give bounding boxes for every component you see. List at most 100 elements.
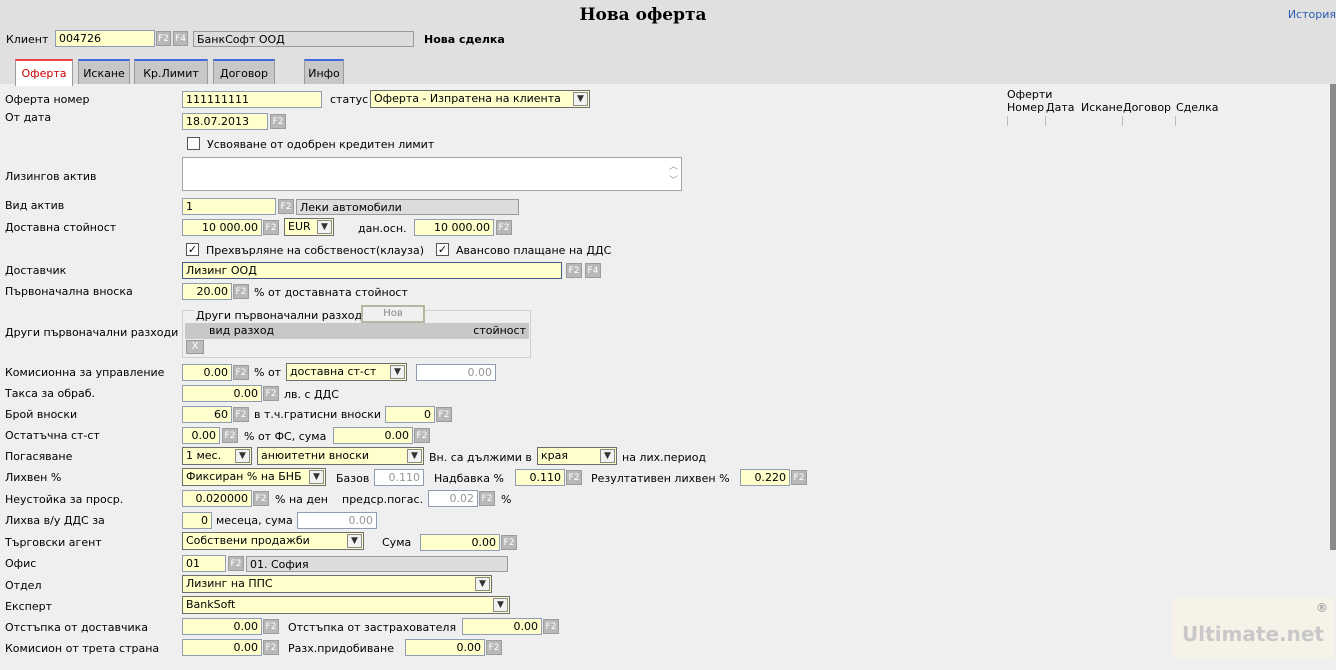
residual-amount-f2-button[interactable]: F2: [414, 428, 430, 443]
insurer-discount-label: Отстъпка от застрахователя: [288, 621, 457, 634]
supplier-f2-button[interactable]: F2: [566, 263, 582, 278]
chevron-down-icon: ▼: [475, 577, 490, 591]
repayment-period-select[interactable]: 1 мес. ▼: [182, 447, 252, 465]
margin-f2-button[interactable]: F2: [566, 470, 582, 485]
new-cost-button[interactable]: Нов: [361, 305, 425, 323]
supplier-label: Доставчик: [5, 264, 67, 277]
initial-payment-field[interactable]: 20.00: [182, 283, 232, 300]
early-field: 0.02: [428, 490, 478, 507]
status-label: статус: [330, 93, 369, 106]
asset-type-code-field[interactable]: 1: [182, 198, 276, 215]
result-label: Резултативен лихвен %: [591, 472, 730, 485]
chevron-down-icon: ▼: [493, 598, 508, 612]
tab-request[interactable]: Искане: [78, 59, 130, 84]
free-installments-f2-button[interactable]: F2: [436, 407, 452, 422]
installments-f2-button[interactable]: F2: [233, 407, 249, 422]
client-f2-button[interactable]: F2: [156, 31, 171, 46]
acquisition-f2-button[interactable]: F2: [486, 640, 502, 655]
offers-col-contract[interactable]: Договор: [1123, 100, 1171, 116]
margin-field[interactable]: 0.110: [515, 469, 565, 486]
offers-col-number[interactable]: Номер: [1007, 100, 1044, 116]
tax-base-field[interactable]: 10 000.00: [414, 219, 494, 236]
tab-offer[interactable]: Оферта: [15, 59, 73, 86]
offers-col-deal[interactable]: Сделка: [1176, 100, 1218, 116]
dept-select[interactable]: Лизинг на ППС ▼: [182, 575, 492, 593]
delivery-value-field[interactable]: 10 000.00: [182, 219, 262, 236]
supplier-discount-label: Отстъпка от доставчика: [5, 621, 149, 634]
advance-vat-checkbox[interactable]: ✓: [436, 243, 449, 256]
deal-label: Нова сделка: [424, 33, 505, 46]
currency-select[interactable]: EUR ▼: [284, 218, 334, 236]
residual-mid: % от ФС, сума: [244, 430, 327, 443]
chevron-down-icon: ▼: [573, 92, 588, 106]
acquisition-field[interactable]: 0.00: [405, 639, 485, 656]
advance-vat-label: Авансово плащане на ДДС: [456, 244, 612, 257]
third-party-field[interactable]: 0.00: [182, 639, 262, 656]
supplier-discount-field[interactable]: 0.00: [182, 618, 262, 635]
processing-fee-f2-button[interactable]: F2: [263, 386, 279, 401]
client-label: Клиент: [6, 33, 49, 46]
page-scrollbar[interactable]: [1330, 84, 1336, 550]
residual-pct-f2-button[interactable]: F2: [222, 428, 238, 443]
status-select[interactable]: Оферта - Изпратена на клиента ▼: [370, 90, 590, 108]
agent-sum-f2-button[interactable]: F2: [501, 535, 517, 550]
tab-contract[interactable]: Договор: [213, 59, 275, 84]
other-costs-group-title: Други първоначални разходи: [194, 308, 372, 324]
vat-interest-months-field[interactable]: 0: [182, 512, 212, 529]
insurer-discount-f2-button[interactable]: F2: [543, 619, 559, 634]
mgmt-fee-field[interactable]: 0.00: [182, 364, 232, 381]
supplier-field[interactable]: Лизинг ООД: [182, 262, 562, 279]
base-field: 0.110: [374, 469, 424, 486]
delete-cost-button[interactable]: X: [186, 340, 204, 354]
result-f2-button[interactable]: F2: [791, 470, 807, 485]
agent-select[interactable]: Собствени продажби ▼: [182, 532, 364, 550]
offers-col-date[interactable]: Дата: [1046, 100, 1074, 116]
agent-sum-field[interactable]: 0.00: [420, 534, 500, 551]
insurer-discount-field[interactable]: 0.00: [462, 618, 542, 635]
supplier-discount-f2-button[interactable]: F2: [263, 619, 279, 634]
ownership-transfer-checkbox[interactable]: ✓: [186, 243, 199, 256]
office-code-field[interactable]: 01: [182, 555, 226, 572]
tab-info[interactable]: Инфо: [304, 59, 344, 84]
leasing-asset-textarea[interactable]: ︿ ﹀: [182, 157, 682, 191]
processing-fee-field[interactable]: 0.00: [182, 385, 262, 402]
installments-field[interactable]: 60: [182, 406, 232, 423]
third-party-f2-button[interactable]: F2: [263, 640, 279, 655]
due-select[interactable]: края ▼: [537, 447, 617, 465]
tax-base-f2-button[interactable]: F2: [496, 220, 512, 235]
offer-number-field[interactable]: 111111111: [182, 91, 322, 108]
credit-limit-checkbox[interactable]: [187, 137, 200, 150]
history-link[interactable]: История: [1288, 8, 1336, 21]
expert-select[interactable]: BankSoft ▼: [182, 596, 510, 614]
supplier-f4-button[interactable]: F4: [585, 263, 601, 278]
mgmt-fee-basis-select[interactable]: доставна ст-ст ▼: [286, 363, 407, 381]
residual-amount-field[interactable]: 0.00: [333, 427, 413, 444]
mgmt-fee-f2-button[interactable]: F2: [233, 365, 249, 380]
early-f2-button[interactable]: F2: [479, 491, 495, 506]
penalty-f2-button[interactable]: F2: [253, 491, 269, 506]
client-f4-button[interactable]: F4: [173, 31, 188, 46]
date-f2-button[interactable]: F2: [270, 114, 286, 129]
tab-credit-limit[interactable]: Кр.Лимит: [134, 59, 208, 84]
penalty-field[interactable]: 0.020000: [182, 490, 252, 507]
client-code-field[interactable]: 004726: [55, 30, 155, 47]
office-f2-button[interactable]: F2: [228, 556, 244, 571]
mgmt-fee-label: Комисионна за управление: [5, 366, 165, 379]
watermark-text: Ultimate.net: [1182, 622, 1324, 646]
other-costs-col-value[interactable]: стойност: [473, 323, 526, 339]
agent-value: Собствени продажби: [186, 534, 310, 547]
residual-pct-field[interactable]: 0.00: [182, 427, 220, 444]
chevron-down-icon: ▼: [600, 449, 615, 463]
delivery-f2-button[interactable]: F2: [263, 220, 279, 235]
other-costs-col-type[interactable]: вид разход: [209, 323, 274, 339]
initial-payment-f2-button[interactable]: F2: [233, 284, 249, 299]
repayment-type-select[interactable]: анюитетни вноски ▼: [257, 447, 424, 465]
textarea-scroll-icon[interactable]: ︿ ﹀: [668, 160, 679, 188]
asset-type-f2-button[interactable]: F2: [278, 199, 294, 214]
result-field[interactable]: 0.220: [740, 469, 790, 486]
offers-col-request[interactable]: Искане: [1081, 100, 1123, 116]
client-name-field: БанкСофт ООД: [193, 31, 414, 47]
free-installments-field[interactable]: 0: [385, 406, 435, 423]
from-date-field[interactable]: 18.07.2013: [182, 113, 268, 130]
interest-type-select[interactable]: Фиксиран % на БНБ ▼: [182, 468, 326, 486]
